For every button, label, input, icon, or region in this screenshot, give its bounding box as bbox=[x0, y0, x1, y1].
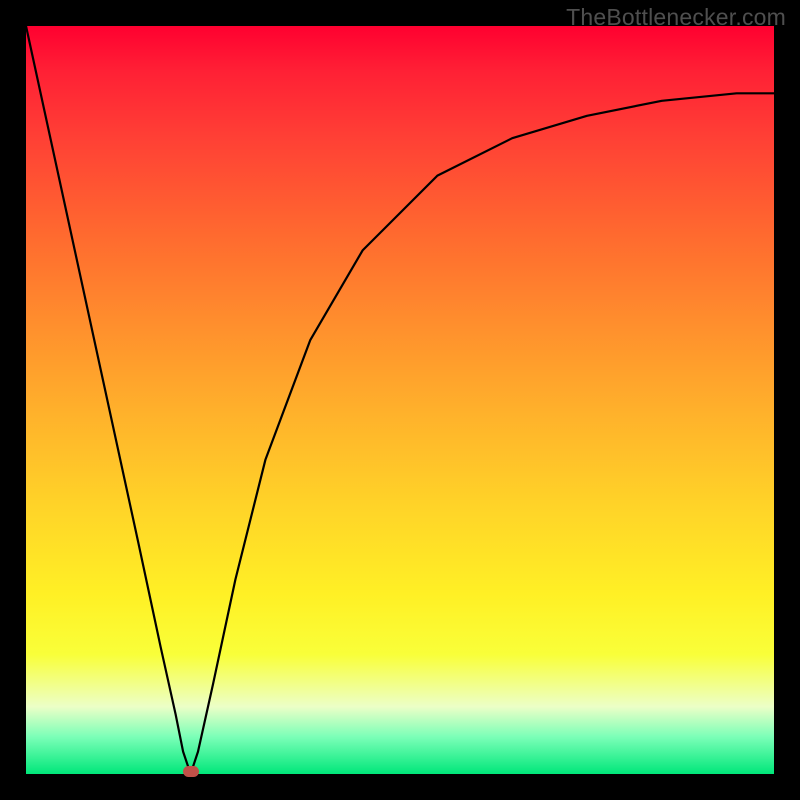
bottleneck-curve bbox=[26, 26, 774, 774]
optimal-point-marker bbox=[183, 766, 199, 777]
chart-frame: TheBottlenecker.com bbox=[0, 0, 800, 800]
curve-svg bbox=[26, 26, 774, 774]
plot-area bbox=[26, 26, 774, 774]
